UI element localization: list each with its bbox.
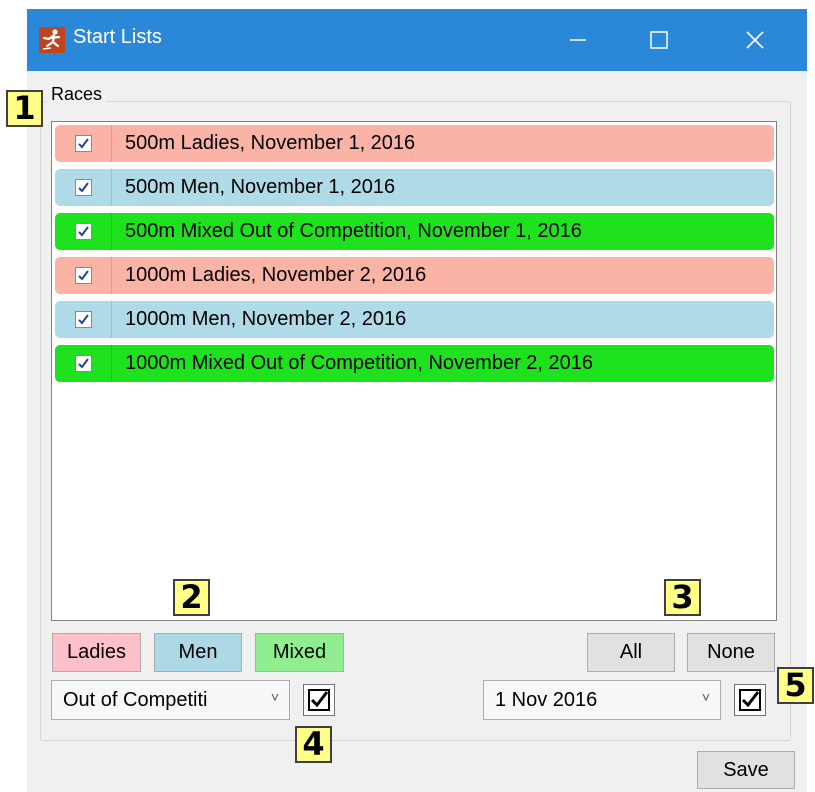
chevron-down-icon: ˅ — [270, 689, 279, 705]
race-checkbox[interactable] — [74, 135, 92, 152]
competition-dropdown[interactable]: Out of Competiti ˅ — [51, 680, 290, 720]
title-bar[interactable]: Start Lists — [27, 9, 807, 71]
ladies-filter-button[interactable]: Ladies — [52, 633, 141, 672]
race-checkbox[interactable] — [74, 223, 92, 240]
select-all-button[interactable]: All — [587, 633, 675, 672]
race-label: 1000m Ladies, November 2, 2016 — [125, 264, 427, 286]
race-checkbox[interactable] — [74, 355, 92, 372]
checkmark-icon — [77, 138, 89, 149]
checkmark-icon — [77, 182, 89, 193]
checkmark-icon — [77, 358, 89, 369]
checkmark-icon — [308, 689, 330, 711]
callout-4-badge: 4 — [295, 726, 332, 763]
close-button[interactable] — [723, 9, 787, 71]
callout-5-badge: 5 — [777, 667, 814, 704]
race-list-item[interactable]: 500m Mixed Out of Competition, November … — [55, 213, 774, 250]
race-label: 500m Ladies, November 1, 2016 — [125, 132, 416, 154]
races-group-label: Races — [47, 84, 107, 105]
date-dropdown-value: 1 Nov 2016 — [495, 688, 598, 711]
race-checkbox[interactable] — [74, 311, 92, 328]
race-checkbox[interactable] — [74, 267, 92, 284]
close-icon — [746, 31, 764, 49]
races-list[interactable]: 500m Ladies, November 1, 2016 500m Men, … — [51, 121, 777, 621]
checkmark-icon — [77, 270, 89, 281]
mixed-filter-button[interactable]: Mixed — [255, 633, 344, 672]
callout-2-badge: 2 — [173, 579, 210, 616]
callout-1-badge: 1 — [6, 90, 43, 127]
men-filter-button[interactable]: Men — [154, 633, 242, 672]
race-checkbox[interactable] — [74, 179, 92, 196]
race-list-item[interactable]: 1000m Ladies, November 2, 2016 — [55, 257, 774, 294]
race-list-item[interactable]: 500m Men, November 1, 2016 — [55, 169, 774, 206]
checkmark-icon — [77, 314, 89, 325]
save-button[interactable]: Save — [697, 751, 795, 789]
race-list-item[interactable]: 500m Ladies, November 1, 2016 — [55, 125, 774, 162]
select-none-button[interactable]: None — [687, 633, 775, 672]
maximize-icon — [650, 31, 668, 49]
competition-dropdown-value: Out of Competiti — [63, 688, 208, 711]
date-dropdown[interactable]: 1 Nov 2016 ˅ — [483, 680, 721, 720]
race-label: 500m Men, November 1, 2016 — [125, 176, 396, 198]
race-label: 1000m Mixed Out of Competition, November… — [125, 352, 594, 374]
window-title: Start Lists — [73, 26, 162, 48]
chevron-down-icon: ˅ — [701, 689, 710, 705]
start-lists-window: Start Lists Races 500m Ladies, November … — [27, 9, 807, 792]
date-checkbox[interactable] — [734, 684, 766, 716]
race-label: 1000m Men, November 2, 2016 — [125, 308, 407, 330]
dialog-body: Races 500m Ladies, November 1, 2016 500m… — [27, 71, 807, 792]
race-list-item[interactable]: 1000m Mixed Out of Competition, November… — [55, 345, 774, 382]
callout-3-badge: 3 — [664, 579, 701, 616]
speed-skater-app-icon — [39, 27, 65, 53]
minimize-icon — [570, 39, 586, 41]
minimize-button[interactable] — [546, 9, 610, 71]
competition-checkbox[interactable] — [303, 684, 335, 716]
race-list-item[interactable]: 1000m Men, November 2, 2016 — [55, 301, 774, 338]
checkmark-icon — [739, 689, 761, 711]
checkmark-icon — [77, 226, 89, 237]
maximize-button[interactable] — [627, 9, 691, 71]
race-label: 500m Mixed Out of Competition, November … — [125, 220, 582, 242]
